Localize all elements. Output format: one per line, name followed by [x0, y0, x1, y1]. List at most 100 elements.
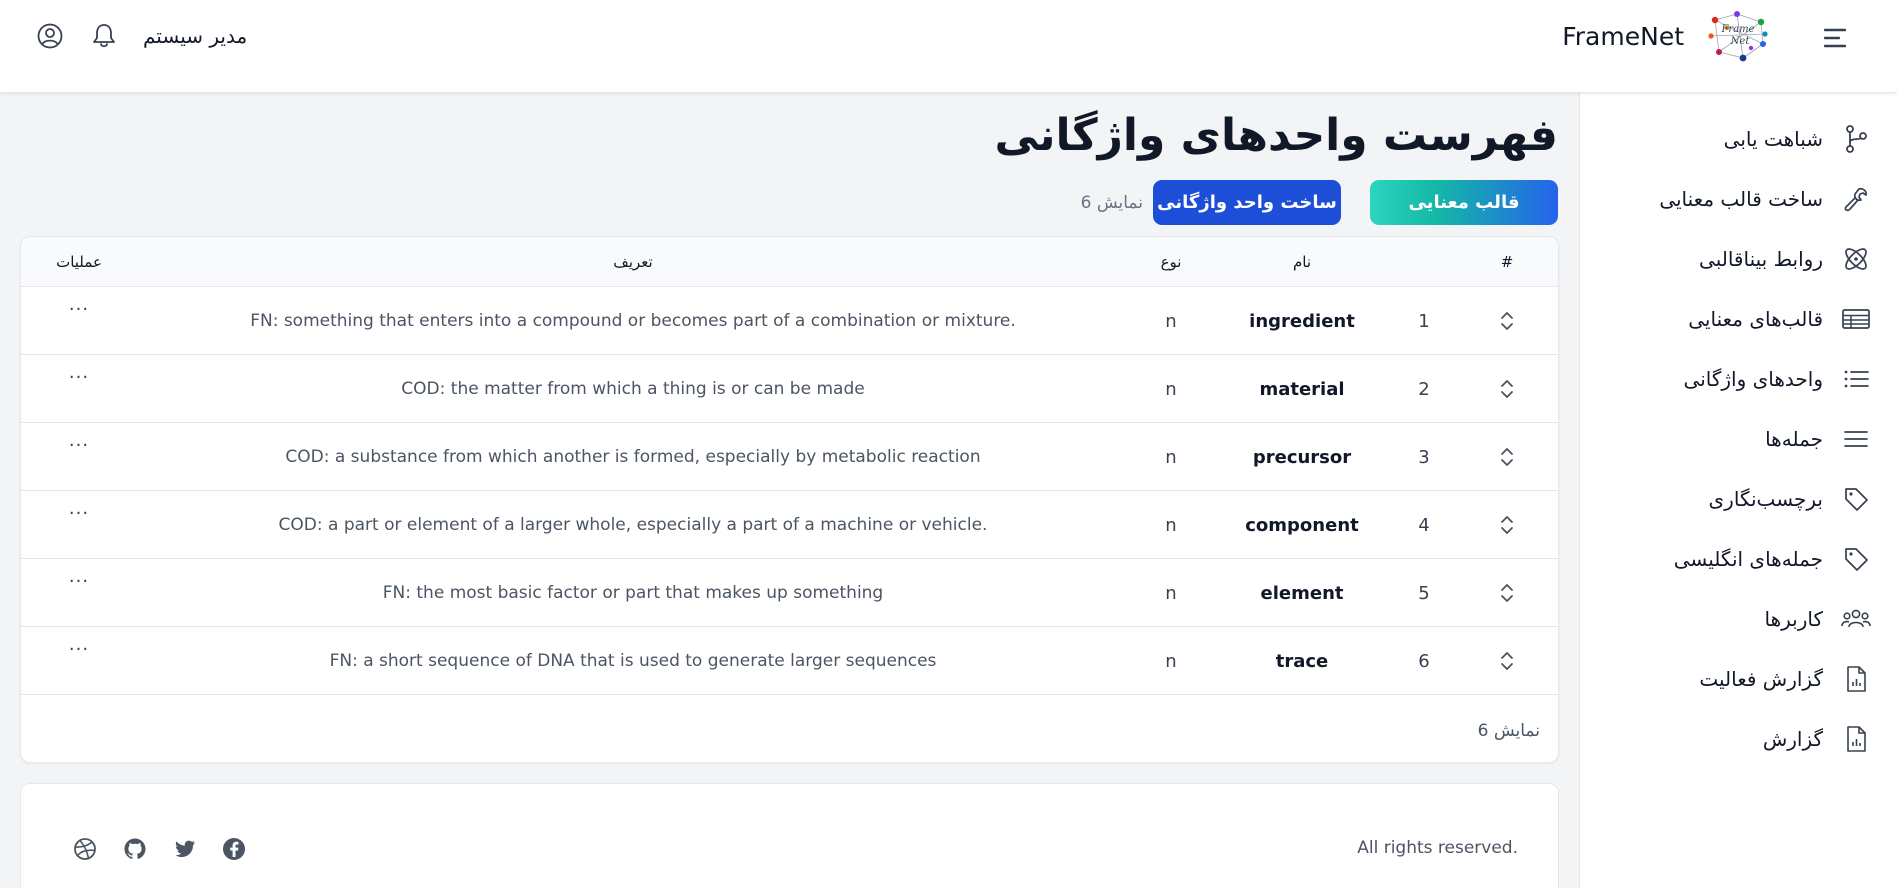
row-actions-menu[interactable]: ···	[69, 639, 89, 660]
top-header: Frame Net FrameNet مدیر سیستم	[0, 0, 1897, 93]
tag-icon	[1841, 544, 1871, 574]
row-type: n	[1165, 515, 1177, 536]
sidebar-item-lexical-units[interactable]: واحدهای واژگانی	[1579, 357, 1897, 401]
github-icon[interactable]	[122, 836, 148, 862]
page-title: فهرست واحدهای واژگانی	[994, 110, 1558, 161]
row-definition: FN: the most basic factor or part that m…	[382, 583, 884, 603]
facebook-icon[interactable]	[221, 836, 247, 862]
brand-name: FrameNet	[1562, 22, 1684, 51]
sidebar-item-label: روابط بیناقالبی	[1699, 247, 1823, 271]
report-icon	[1841, 664, 1871, 694]
atom-icon	[1841, 244, 1871, 274]
create-lexical-unit-button[interactable]: ساخت واحد واژگانی	[1153, 180, 1341, 225]
sidebar-item-label: قالب‌های معنایی	[1688, 307, 1823, 331]
row-name: ingredient	[1249, 311, 1355, 332]
expand-chevron-icon[interactable]	[1498, 377, 1516, 401]
row-definition: FN: a short sequence of DNA that is used…	[329, 651, 937, 671]
expand-chevron-icon[interactable]	[1498, 649, 1516, 673]
row-actions-menu[interactable]: ···	[69, 435, 89, 456]
sidebar-item-label: جمله‌های انگلیسی	[1673, 547, 1823, 571]
bell-icon[interactable]	[91, 22, 117, 50]
tag-icon	[1841, 484, 1871, 514]
page-footer: .All rights reserved	[20, 783, 1559, 888]
row-name: component	[1245, 515, 1359, 536]
row-actions-menu[interactable]: ···	[69, 299, 89, 320]
row-actions-menu[interactable]: ···	[69, 367, 89, 388]
table-row[interactable]: 4 component n .COD: a part or element of…	[21, 491, 1558, 559]
column-header-operations: عملیات	[56, 253, 102, 271]
sidebar-item-sentences[interactable]: جمله‌ها	[1579, 417, 1897, 461]
sidebar-item-english-sentences[interactable]: جمله‌های انگلیسی	[1579, 537, 1897, 581]
expand-chevron-icon[interactable]	[1498, 581, 1516, 605]
row-actions-menu[interactable]: ···	[69, 503, 89, 524]
hamburger-menu-icon[interactable]	[1821, 24, 1849, 52]
sidebar-item-activity-report[interactable]: گزارش فعالیت	[1579, 657, 1897, 701]
framenet-logo: Frame Net	[1707, 10, 1769, 62]
row-index: 4	[1418, 515, 1430, 536]
row-index: 6	[1418, 651, 1430, 672]
column-header-name: نام	[1292, 253, 1312, 271]
sidebar-item-report[interactable]: گزارش	[1579, 717, 1897, 761]
sidebar-item-label: برچسب‌نگاری	[1708, 487, 1823, 511]
column-header-type: نوع	[1160, 253, 1182, 271]
sidebar-item-label: واحدهای واژگانی	[1683, 367, 1823, 391]
user-circle-icon[interactable]	[36, 22, 64, 50]
row-index: 3	[1418, 447, 1430, 468]
expand-chevron-icon[interactable]	[1498, 445, 1516, 469]
sidebar-item-frames[interactable]: قالب‌های معنایی	[1579, 297, 1897, 341]
dribbble-icon[interactable]	[72, 836, 98, 862]
wrench-icon	[1841, 184, 1871, 214]
row-definition: COD: a substance from which another is f…	[285, 447, 981, 467]
lexical-units-table: # نام نوع تعریف عملیات 1 ingredient n .F…	[20, 236, 1559, 763]
user-name: مدیر سیستم	[143, 24, 248, 48]
sidebar-item-label: گزارش فعالیت	[1699, 667, 1823, 691]
row-type: n	[1165, 651, 1177, 672]
sidebar-item-label: شباهت یابی	[1723, 127, 1823, 151]
row-actions-menu[interactable]: ···	[69, 571, 89, 592]
sidebar-item-label: کاربرها	[1764, 607, 1823, 631]
users-icon	[1841, 604, 1871, 634]
list-icon	[1841, 364, 1871, 394]
lines-icon	[1841, 424, 1871, 454]
sidebar-item-annotation[interactable]: برچسب‌نگاری	[1579, 477, 1897, 521]
row-index: 2	[1418, 379, 1430, 400]
row-definition: COD: the matter from which a thing is or…	[401, 379, 865, 399]
table-header: # نام نوع تعریف عملیات	[21, 237, 1558, 287]
row-type: n	[1165, 583, 1177, 604]
table-row[interactable]: 2 material n COD: the matter from which …	[21, 355, 1558, 423]
svg-text:Net: Net	[1730, 36, 1751, 47]
row-name: trace	[1275, 651, 1329, 672]
column-header-index: #	[1500, 253, 1514, 271]
row-name: element	[1260, 583, 1344, 604]
table-footer-count: نمایش 6	[1477, 721, 1540, 741]
sidebar-item-label: گزارش	[1762, 727, 1823, 751]
similarity-icon	[1841, 124, 1871, 154]
table-row[interactable]: 5 element n FN: the most basic factor or…	[21, 559, 1558, 627]
row-name: material	[1259, 379, 1345, 400]
row-type: n	[1165, 311, 1177, 332]
copyright-text: .All rights reserved	[1357, 838, 1518, 858]
twitter-icon[interactable]	[172, 836, 198, 862]
row-type: n	[1165, 447, 1177, 468]
table-row[interactable]: 1 ingredient n .FN: something that enter…	[21, 287, 1558, 355]
table-row[interactable]: 6 trace n FN: a short sequence of DNA th…	[21, 627, 1558, 695]
sidebar-item-frame-relations[interactable]: روابط بیناقالبی	[1579, 237, 1897, 281]
column-header-definition: تعریف	[613, 253, 653, 271]
svg-text:Frame: Frame	[1720, 24, 1754, 35]
row-definition: .FN: something that enters into a compou…	[250, 311, 1016, 331]
row-type: n	[1165, 379, 1177, 400]
sidebar-item-similarity[interactable]: شباهت یابی	[1579, 117, 1897, 161]
report-icon	[1841, 724, 1871, 754]
expand-chevron-icon[interactable]	[1498, 309, 1516, 333]
table-row[interactable]: 3 precursor n COD: a substance from whic…	[21, 423, 1558, 491]
row-definition: .COD: a part or element of a larger whol…	[278, 515, 988, 535]
row-index: 1	[1418, 311, 1430, 332]
expand-chevron-icon[interactable]	[1498, 513, 1516, 537]
sidebar-item-create-frame[interactable]: ساخت قالب معنایی	[1579, 177, 1897, 221]
semantic-frame-button[interactable]: قالب معنایی	[1370, 180, 1558, 225]
sidebar-item-users[interactable]: کاربرها	[1579, 597, 1897, 641]
table-icon	[1841, 304, 1871, 334]
sidebar-item-label: جمله‌ها	[1765, 427, 1823, 451]
row-name: precursor	[1252, 447, 1352, 468]
row-index: 5	[1418, 583, 1430, 604]
